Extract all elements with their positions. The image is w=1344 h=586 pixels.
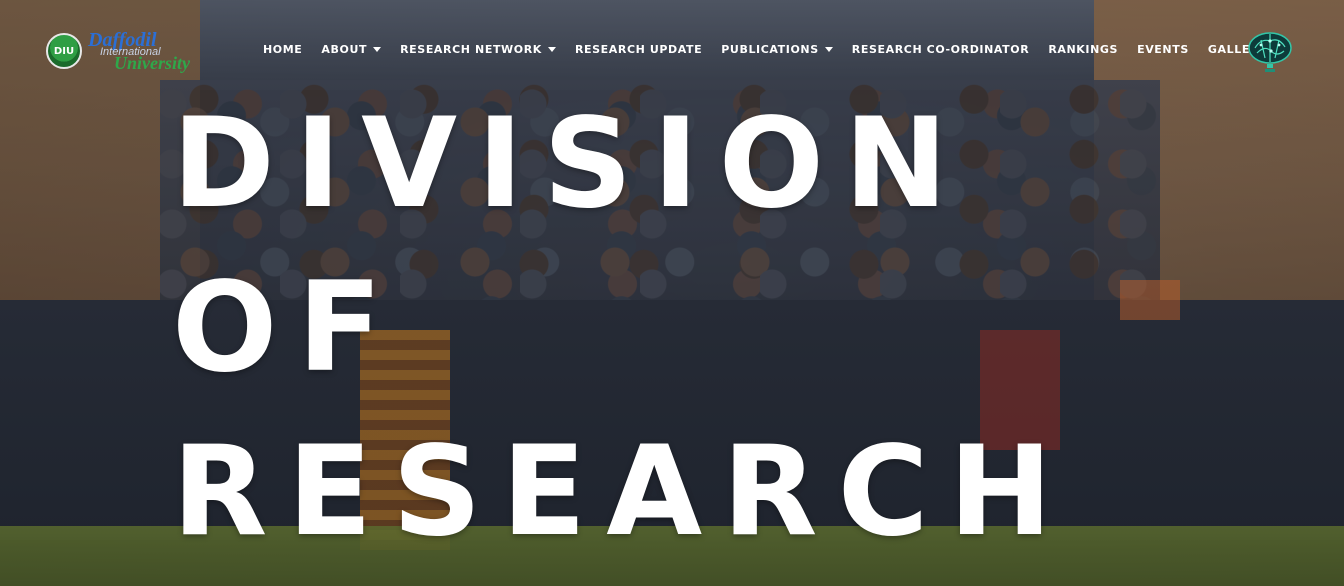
nav-item-events[interactable]: EVENTS [1137, 43, 1189, 56]
caret-down-icon [824, 47, 833, 52]
nav-item-research-coordinator[interactable]: RESEARCH CO-ORDINATOR [852, 43, 1030, 56]
nav-item-label: PUBLICATIONS [721, 43, 819, 56]
nav-item-publications[interactable]: PUBLICATIONS [721, 43, 833, 56]
university-logo[interactable]: DIU Daffodil International University [46, 30, 190, 72]
nav-item-label: EVENTS [1137, 43, 1189, 56]
nav-item-rankings[interactable]: RANKINGS [1048, 43, 1118, 56]
logo-line-3: University [114, 53, 190, 73]
nav-item-label: HOME [263, 43, 303, 56]
nav-item-about[interactable]: ABOUT [321, 43, 382, 56]
headline-line-2: OF [172, 256, 403, 400]
nav-item-home[interactable]: HOME [263, 43, 302, 56]
nav-item-label: RESEARCH NETWORK [400, 43, 542, 56]
brain-network-icon[interactable] [1247, 31, 1293, 75]
nav-item-label: RANKINGS [1048, 43, 1119, 56]
nav-menu: HOME ABOUT RESEARCH NETWORK RESEARCH UPD… [263, 43, 1281, 56]
headline-line-1: DIVISION [172, 92, 968, 236]
hero-section: DIU Daffodil International University HO… [0, 0, 1344, 586]
caret-down-icon [547, 47, 556, 52]
caret-down-icon [373, 47, 382, 52]
badge-text: DIU [53, 45, 75, 57]
nav-item-research-network[interactable]: RESEARCH NETWORK [400, 43, 556, 56]
background-accent [1120, 280, 1180, 320]
headline-line-3: RESEARCH [172, 420, 1073, 564]
nav-item-label: RESEARCH CO-ORDINATOR [851, 43, 1030, 56]
university-badge-icon: DIU [46, 33, 82, 69]
nav-item-label: ABOUT [321, 43, 368, 56]
nav-item-label: RESEARCH UPDATE [574, 43, 703, 56]
nav-item-research-update[interactable]: RESEARCH UPDATE [575, 43, 702, 56]
logo-wordmark: Daffodil International University [88, 30, 190, 72]
hero-headline: DIVISION OF RESEARCH [172, 82, 1072, 574]
